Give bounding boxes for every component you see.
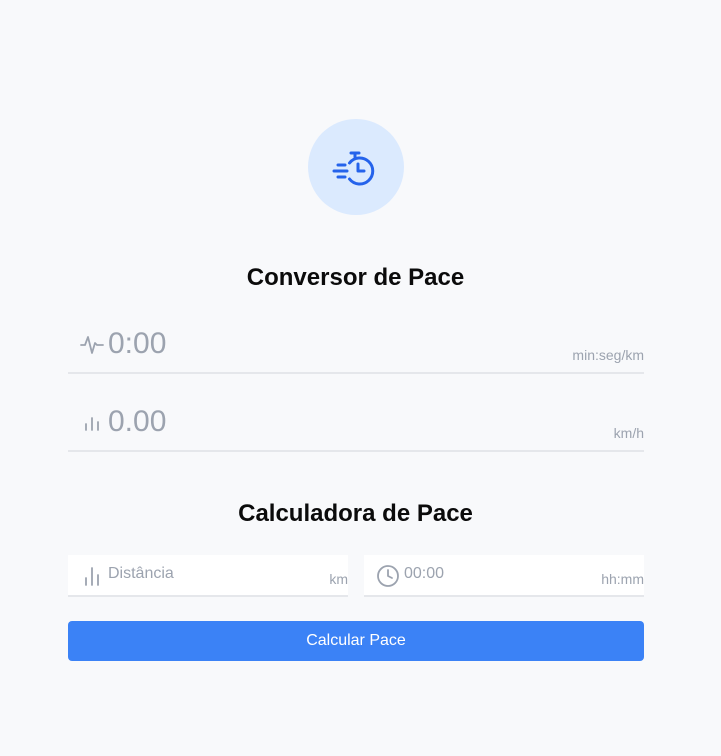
time-field: hh:mm [364,555,644,597]
bar-chart-icon [85,417,99,431]
time-unit: hh:mm [601,571,644,587]
fast-stopwatch-icon [332,151,375,186]
speed-unit: km/h [613,425,644,441]
pace-field: min:seg/km [68,316,644,374]
logo-badge [308,119,404,215]
time-input[interactable] [404,565,584,583]
calculate-pace-button[interactable]: Calcular Pace [68,621,644,661]
distance-unit: km [329,571,348,587]
pace-input[interactable] [108,326,528,362]
speed-field: km/h [68,394,644,452]
pulse-icon [80,336,104,354]
speed-input[interactable] [108,404,528,440]
clock-icon [377,565,399,587]
distance-field: km [68,555,348,597]
pace-unit: min:seg/km [572,347,644,363]
bar-chart-icon [85,567,99,586]
distance-input[interactable] [108,565,288,583]
calculator-title: Calculadora de Pace [238,500,473,527]
converter-title: Conversor de Pace [246,264,465,291]
